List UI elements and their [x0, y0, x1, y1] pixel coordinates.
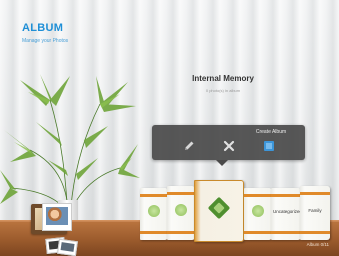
album-book-uncategorized[interactable]: Uncategorized	[271, 188, 303, 240]
album-context-menu: Create Album	[152, 125, 305, 160]
storage-title: Internal Memory	[192, 74, 254, 83]
album-book[interactable]	[244, 188, 272, 240]
new-album-icon	[264, 141, 274, 151]
album-emblem-icon	[252, 205, 264, 218]
album-book[interactable]	[140, 188, 168, 240]
album-emblem-icon	[175, 204, 187, 217]
album-count-status: Album 0/11	[306, 242, 329, 247]
album-emblem-icon	[148, 205, 160, 218]
app-subtitle: Manage your Photos	[22, 38, 69, 44]
popup-pointer	[216, 160, 228, 166]
edit-album-button[interactable]	[182, 139, 196, 153]
pencil-icon	[185, 141, 194, 150]
screen: ALBUM Manage your Photos Internal Memory…	[0, 0, 339, 256]
polaroid-photo	[57, 238, 78, 256]
create-album-button[interactable]	[262, 139, 276, 153]
album-book[interactable]	[167, 186, 195, 240]
album-book-family[interactable]: Family	[300, 186, 330, 240]
create-album-label: Create Album	[255, 129, 287, 135]
close-icon	[223, 140, 235, 152]
album-label: Family	[308, 207, 322, 213]
album-book-selected[interactable]	[194, 180, 244, 242]
album-label: Uncategorized	[273, 208, 303, 214]
delete-album-button[interactable]	[222, 139, 236, 153]
app-title: ALBUM	[22, 22, 64, 34]
album-emblem-icon	[207, 196, 231, 220]
storage-subtitle: 0 photo(s) in album	[205, 88, 241, 93]
framed-photo	[42, 203, 72, 231]
